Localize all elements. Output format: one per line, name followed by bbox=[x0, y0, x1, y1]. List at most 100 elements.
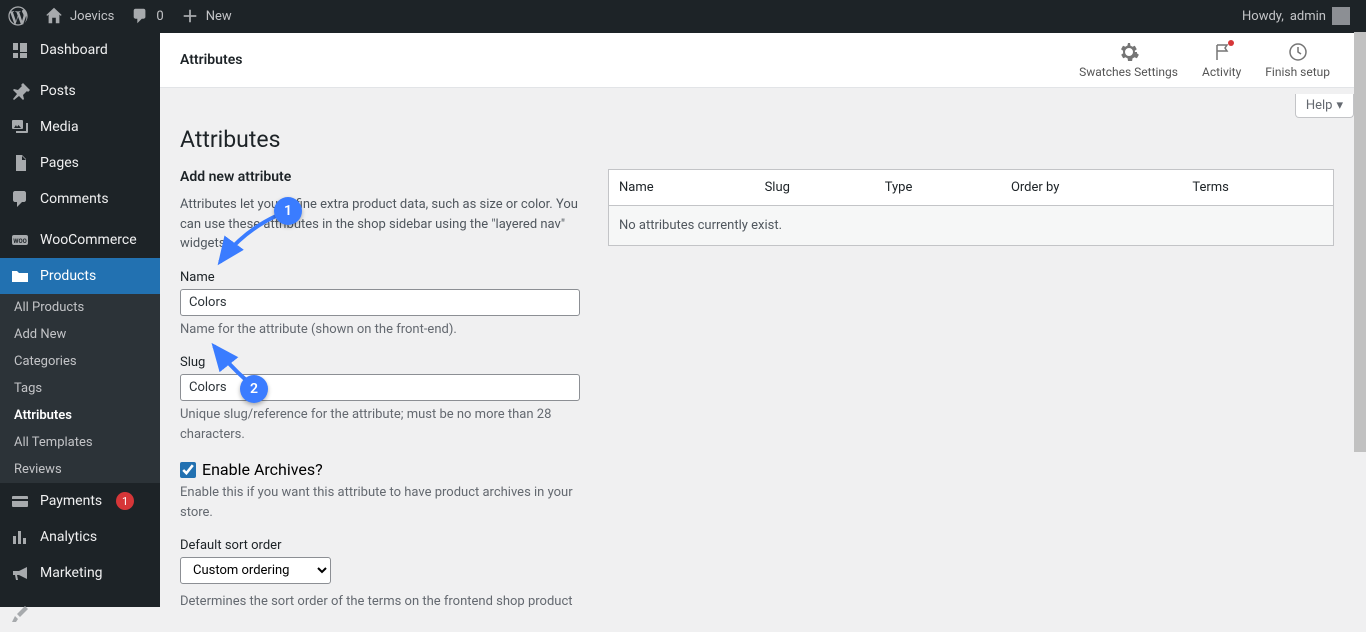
sort-label: Default sort order bbox=[180, 538, 580, 553]
scrollbar[interactable] bbox=[1354, 32, 1366, 607]
sidebar-item-products[interactable]: Products bbox=[0, 258, 160, 294]
enable-archives-checkbox[interactable] bbox=[180, 462, 196, 478]
chart-icon bbox=[10, 527, 30, 547]
chevron-down-icon: ▾ bbox=[1336, 98, 1343, 113]
submenu-attributes[interactable]: Attributes bbox=[0, 402, 160, 429]
site-link[interactable]: Joevics bbox=[36, 0, 122, 32]
col-slug[interactable]: Slug bbox=[755, 170, 875, 206]
admin-bar: Joevics 0 New Howdy, admin bbox=[0, 0, 1366, 32]
enable-archives-label: Enable Archives? bbox=[202, 460, 323, 479]
admin-sidebar: Dashboard Posts Media Pages Comments WOO… bbox=[0, 32, 160, 607]
site-name: Joevics bbox=[70, 9, 114, 24]
intro-text: Attributes let you define extra product … bbox=[180, 195, 580, 254]
folder-icon bbox=[10, 266, 30, 286]
page-title: Attributes bbox=[180, 118, 1334, 169]
finish-label: Finish setup bbox=[1265, 65, 1330, 79]
sidebar-item-label: Pages bbox=[40, 155, 79, 171]
dashboard-icon bbox=[10, 40, 30, 60]
avatar bbox=[1332, 7, 1350, 25]
name-label: Name bbox=[180, 270, 580, 285]
slug-input[interactable] bbox=[180, 374, 580, 401]
help-tab[interactable]: Help ▾ bbox=[1295, 94, 1354, 118]
sidebar-item-analytics[interactable]: Analytics bbox=[0, 519, 160, 555]
howdy-prefix: Howdy, bbox=[1242, 9, 1284, 24]
sidebar-item-dashboard[interactable]: Dashboard bbox=[0, 32, 160, 68]
finish-setup-button[interactable]: Finish setup bbox=[1265, 41, 1330, 79]
slug-label: Slug bbox=[180, 355, 580, 370]
col-type[interactable]: Type bbox=[875, 170, 1001, 206]
media-icon bbox=[10, 117, 30, 137]
activity-button[interactable]: Activity bbox=[1202, 41, 1241, 79]
home-icon bbox=[44, 6, 64, 26]
sidebar-item-label: Marketing bbox=[40, 565, 103, 581]
sidebar-item-label: WooCommerce bbox=[40, 232, 137, 248]
activity-label: Activity bbox=[1202, 65, 1241, 79]
submenu-tags[interactable]: Tags bbox=[0, 375, 160, 402]
sidebar-item-label: Dashboard bbox=[40, 42, 108, 58]
page-icon bbox=[10, 153, 30, 173]
slug-help: Unique slug/reference for the attribute;… bbox=[180, 405, 580, 444]
submenu-categories[interactable]: Categories bbox=[0, 348, 160, 375]
sidebar-item-media[interactable]: Media bbox=[0, 109, 160, 145]
woo-icon: WOO bbox=[10, 230, 30, 250]
payments-icon bbox=[10, 491, 30, 511]
megaphone-icon bbox=[10, 563, 30, 583]
plus-icon bbox=[180, 6, 200, 26]
submenu-add-new[interactable]: Add New bbox=[0, 321, 160, 348]
svg-text:WOO: WOO bbox=[13, 238, 27, 245]
wordpress-icon bbox=[8, 6, 28, 26]
sidebar-item-label: Comments bbox=[40, 191, 109, 207]
swatches-settings-button[interactable]: Swatches Settings bbox=[1079, 41, 1178, 79]
comment-icon bbox=[130, 6, 150, 26]
submenu-all-templates[interactable]: All Templates bbox=[0, 429, 160, 456]
submenu-all-products[interactable]: All Products bbox=[0, 294, 160, 321]
sidebar-item-marketing[interactable]: Marketing bbox=[0, 555, 160, 591]
comment-icon bbox=[10, 189, 30, 209]
col-terms[interactable]: Terms bbox=[1182, 170, 1333, 206]
payments-badge: 1 bbox=[116, 492, 134, 510]
archives-help: Enable this if you want this attribute t… bbox=[180, 483, 580, 522]
table-row: No attributes currently exist. bbox=[609, 206, 1334, 246]
sidebar-item-label: Appearance bbox=[40, 606, 114, 622]
notification-dot bbox=[1228, 40, 1234, 46]
sidebar-item-label: Analytics bbox=[40, 529, 97, 545]
sidebar-item-label: Media bbox=[40, 119, 79, 135]
add-attribute-form: Add new attribute Attributes let you def… bbox=[180, 169, 580, 607]
submenu-reviews[interactable]: Reviews bbox=[0, 456, 160, 483]
comments-count: 0 bbox=[156, 9, 163, 24]
add-attribute-heading: Add new attribute bbox=[180, 169, 580, 185]
sidebar-item-label: Posts bbox=[40, 83, 76, 99]
sidebar-item-payments[interactable]: Payments 1 bbox=[0, 483, 160, 519]
page-header: Attributes Swatches Settings Activity Fi… bbox=[160, 32, 1354, 88]
col-orderby[interactable]: Order by bbox=[1001, 170, 1182, 206]
sidebar-item-woocommerce[interactable]: WOO WooCommerce bbox=[0, 222, 160, 258]
account-link[interactable]: Howdy, admin bbox=[1234, 0, 1358, 32]
wp-logo[interactable] bbox=[0, 0, 36, 32]
sidebar-item-pages[interactable]: Pages bbox=[0, 145, 160, 181]
name-help: Name for the attribute (shown on the fro… bbox=[180, 320, 580, 340]
user-name: admin bbox=[1290, 9, 1326, 24]
sort-order-select[interactable]: Custom ordering bbox=[180, 557, 331, 584]
new-label: New bbox=[206, 9, 232, 24]
brush-icon bbox=[10, 604, 30, 624]
help-label: Help bbox=[1306, 98, 1333, 113]
attributes-table: Name Slug Type Order by Terms No attribu… bbox=[608, 169, 1334, 246]
content-area: Attributes Swatches Settings Activity Fi… bbox=[160, 32, 1354, 607]
sidebar-item-label: Payments bbox=[40, 493, 102, 509]
col-name[interactable]: Name bbox=[609, 170, 755, 206]
swatches-label: Swatches Settings bbox=[1079, 65, 1178, 79]
new-link[interactable]: New bbox=[172, 0, 240, 32]
pin-icon bbox=[10, 81, 30, 101]
page-header-title: Attributes bbox=[180, 52, 242, 68]
sidebar-item-appearance[interactable]: Appearance bbox=[0, 596, 160, 632]
comments-link[interactable]: 0 bbox=[122, 0, 171, 32]
sidebar-item-label: Products bbox=[40, 268, 96, 284]
scrollbar-thumb[interactable] bbox=[1354, 32, 1366, 452]
clock-icon bbox=[1287, 41, 1309, 63]
sidebar-item-posts[interactable]: Posts bbox=[0, 73, 160, 109]
flag-icon bbox=[1211, 41, 1233, 63]
name-input[interactable] bbox=[180, 289, 580, 316]
sidebar-item-comments[interactable]: Comments bbox=[0, 181, 160, 217]
gear-icon bbox=[1118, 41, 1140, 63]
products-submenu: All Products Add New Categories Tags Att… bbox=[0, 294, 160, 483]
